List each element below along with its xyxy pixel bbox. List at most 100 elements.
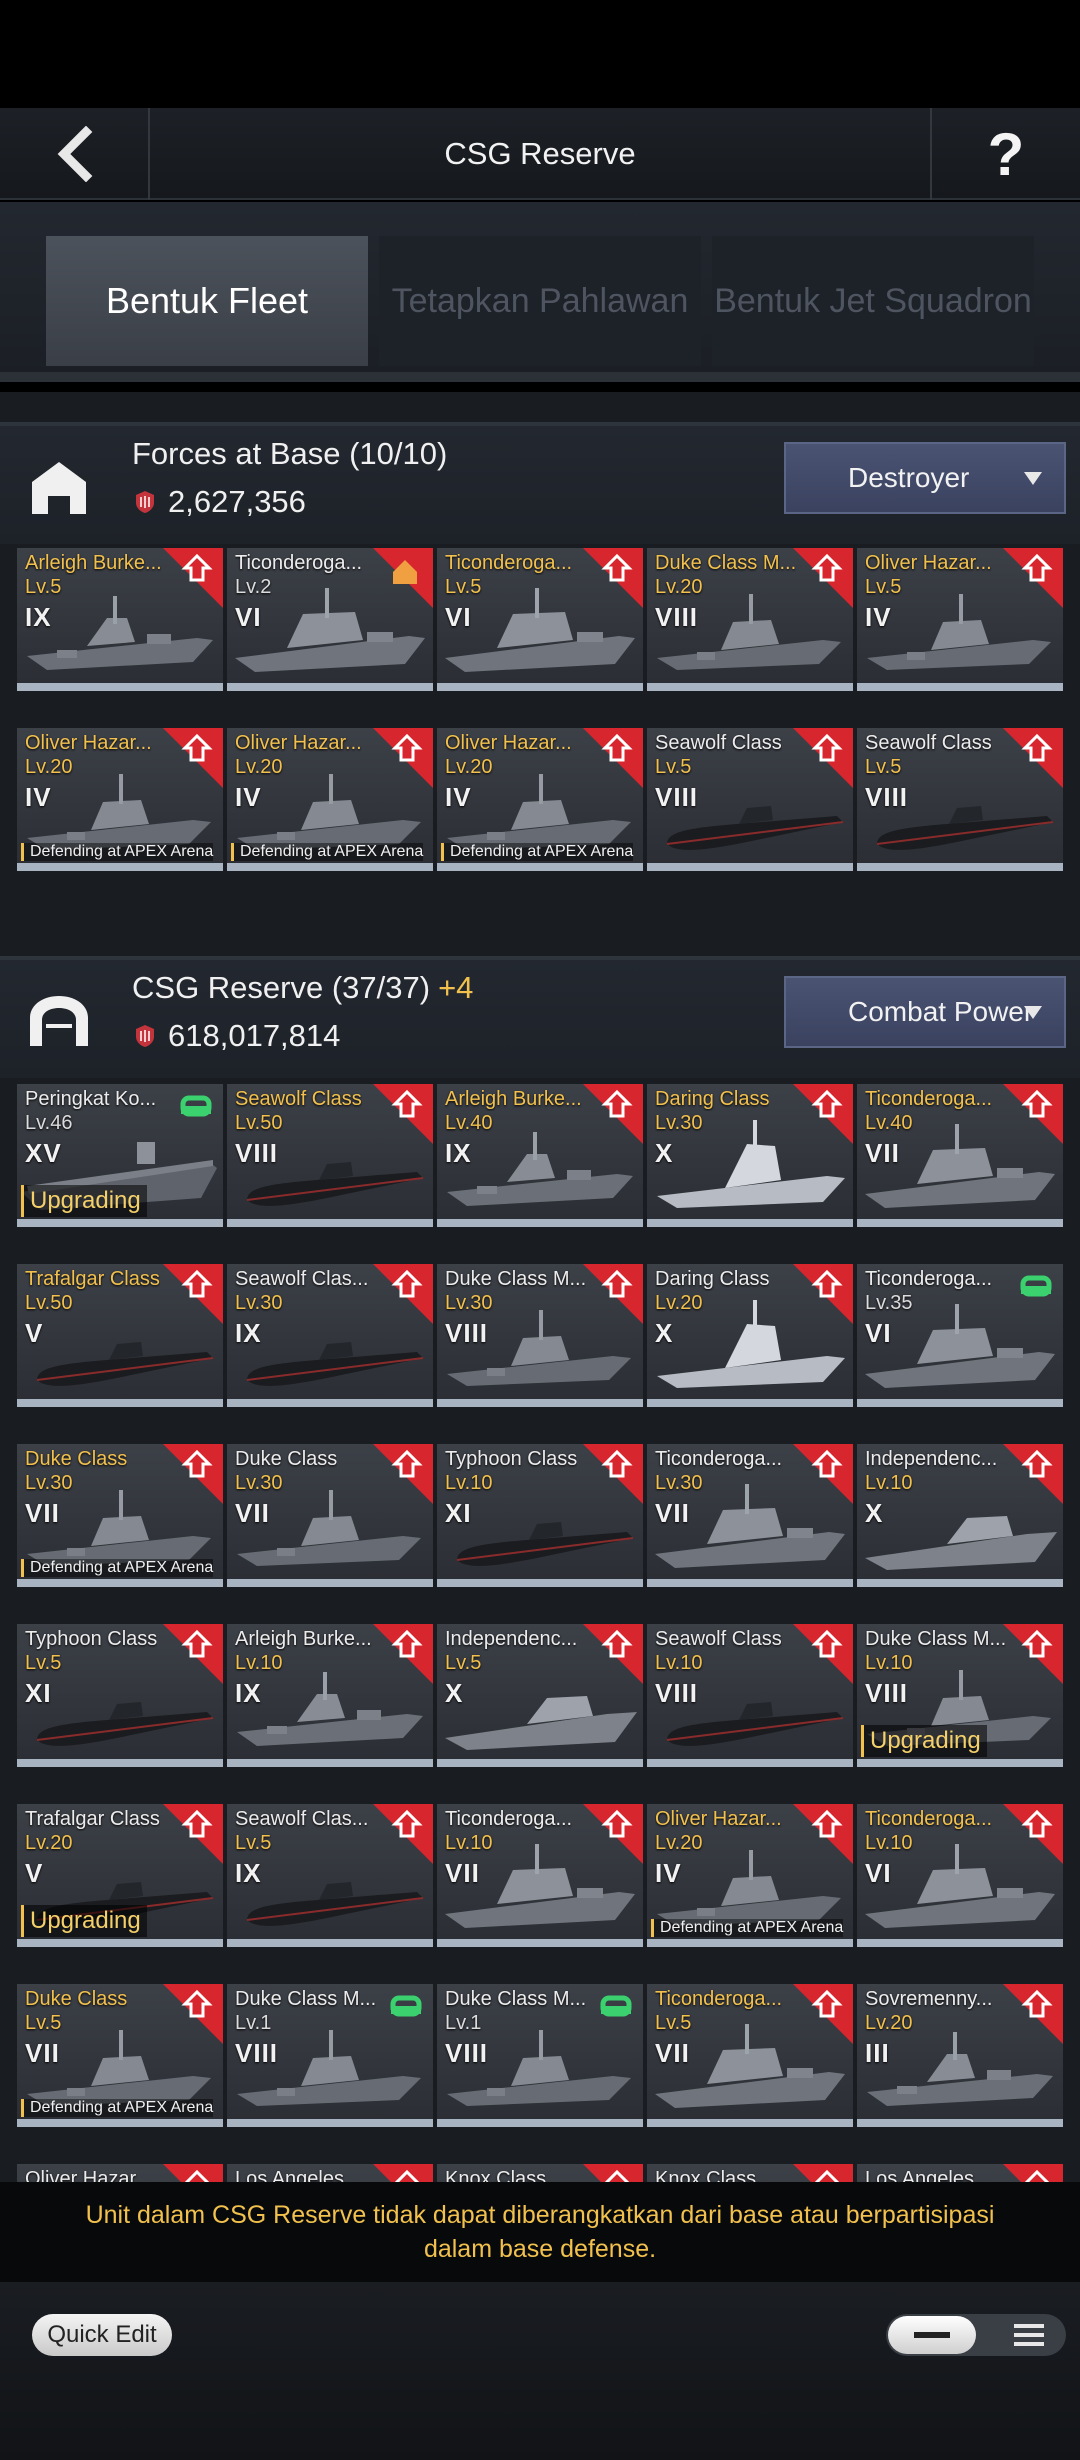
- ship-level: Lv.10: [865, 1832, 913, 1854]
- ship-card[interactable]: Daring Class Lv.30 X: [647, 1084, 853, 1227]
- dropdown-arrow-icon: [1024, 472, 1042, 485]
- ship-card[interactable]: Oliver Hazar... Lv.20 IV Defending at APEX …: [647, 1804, 853, 1947]
- ship-card[interactable]: Trafalgar Class Lv.20 V Upgrading: [17, 1804, 223, 1947]
- card-underbar: [17, 1579, 223, 1587]
- ship-level: Lv.1: [445, 2012, 482, 2034]
- ship-card[interactable]: Los Angeles...: [857, 2164, 1063, 2182]
- view-toggle-large-option[interactable]: [888, 2316, 976, 2354]
- ship-level: Lv.30: [235, 1292, 283, 1314]
- ship-level: Lv.5: [25, 1652, 62, 1674]
- ship-card[interactable]: Typhoon Class Lv.5 XI: [17, 1624, 223, 1767]
- ship-card[interactable]: Ticonderoga... Lv.5 VI: [437, 548, 643, 691]
- ship-name: Seawolf Clas...: [235, 1808, 369, 1830]
- base-house-icon: [32, 462, 86, 514]
- ship-tier: IV: [25, 782, 52, 812]
- ship-card[interactable]: Ticonderoga... Lv.10 VII: [437, 1804, 643, 1947]
- ship-card[interactable]: Ticonderoga... Lv.2 VI: [227, 548, 433, 691]
- ship-card[interactable]: Arleigh Burke... Lv.5 IX: [17, 548, 223, 691]
- upgrade-arrow-icon: [579, 548, 643, 612]
- card-underbar: [437, 2119, 643, 2127]
- upgrade-arrow-icon: [579, 1624, 643, 1688]
- ship-tier: VII: [235, 1498, 270, 1528]
- ship-card[interactable]: Seawolf Class Lv.5 VIII: [857, 728, 1063, 871]
- ship-card[interactable]: Seawolf Class Lv.50 VIII: [227, 1084, 433, 1227]
- reserve-power-value: 618,017,814: [168, 1018, 341, 1053]
- ship-name: Oliver Hazar...: [235, 732, 362, 754]
- ship-name: Duke Class: [235, 1448, 338, 1470]
- ship-name: Ticonderoga...: [655, 1988, 783, 2010]
- ship-card[interactable]: Ticonderoga... Lv.30 VII: [647, 1444, 853, 1587]
- card-underbar: [857, 2119, 1063, 2127]
- ship-card[interactable]: Los Angeles...: [227, 2164, 433, 2182]
- ship-card[interactable]: Duke Class Lv.5 VII Defending at APEX Arena: [17, 1984, 223, 2127]
- card-underbar: [857, 863, 1063, 871]
- ship-card[interactable]: Typhoon Class Lv.10 XI: [437, 1444, 643, 1587]
- reserve-sort-dropdown[interactable]: Combat Power: [784, 976, 1066, 1048]
- ship-card[interactable]: Seawolf Class Lv.10 VIII: [647, 1624, 853, 1767]
- ship-card[interactable]: Trafalgar Class Lv.50 V: [17, 1264, 223, 1407]
- ship-name: Ticonderoga...: [865, 1808, 993, 1830]
- ship-name: Arleigh Burke...: [25, 552, 162, 574]
- page-title: CSG Reserve: [444, 136, 636, 171]
- ship-card[interactable]: Ticonderoga... Lv.10 VI: [857, 1804, 1063, 1947]
- back-button[interactable]: [0, 108, 150, 200]
- ship-level: Lv.20: [655, 576, 703, 598]
- ship-card[interactable]: Arleigh Burke... Lv.40 IX: [437, 1084, 643, 1227]
- ship-card[interactable]: Knox Class: [647, 2164, 853, 2182]
- help-button[interactable]: ?: [930, 108, 1080, 200]
- ship-card[interactable]: Knox Class: [437, 2164, 643, 2182]
- ship-card[interactable]: Seawolf Class Lv.5 VIII: [647, 728, 853, 871]
- ship-card[interactable]: Ticonderoga... Lv.35 VI: [857, 1264, 1063, 1407]
- ship-name: Ticonderoga...: [235, 552, 363, 574]
- base-sort-dropdown[interactable]: Destroyer: [784, 442, 1066, 514]
- upgrade-arrow-icon: [789, 1084, 853, 1148]
- quick-edit-button[interactable]: Quick Edit: [32, 2314, 172, 2356]
- ship-tier: IX: [235, 1318, 262, 1348]
- ship-name: Seawolf Class: [235, 1088, 362, 1110]
- tab-bentuk-jet-squadron[interactable]: Bentuk Jet Squadron: [712, 236, 1034, 366]
- ship-level: Lv.5: [865, 576, 902, 598]
- ship-card[interactable]: Daring Class Lv.20 X: [647, 1264, 853, 1407]
- ship-card[interactable]: Ticonderoga... Lv.5 VII: [647, 1984, 853, 2127]
- upgrade-arrow-icon: [159, 1264, 223, 1328]
- ship-tier: VII: [865, 1138, 900, 1168]
- ship-card[interactable]: Oliver Hazar... Lv.20 IV Defending at APEX …: [17, 728, 223, 871]
- ship-card[interactable]: Duke Class Lv.30 VII Defending at APEX Aren…: [17, 1444, 223, 1587]
- ship-card[interactable]: Duke Class M... Lv.10 VIII Upgrading: [857, 1624, 1063, 1767]
- ship-card[interactable]: Seawolf Clas... Lv.30 IX: [227, 1264, 433, 1407]
- ship-card[interactable]: Sovremenny... Lv.20 III: [857, 1984, 1063, 2127]
- tab-tetapkan-pahlawan[interactable]: Tetapkan Pahlawan: [379, 236, 701, 366]
- bottom-bar: Quick Edit: [0, 2282, 1080, 2460]
- ship-card[interactable]: Duke Class Lv.30 VII: [227, 1444, 433, 1587]
- ship-name: Duke Class: [25, 1448, 128, 1470]
- ship-card[interactable]: Oliver Hazar... Lv.20 IV Defending at APEX …: [437, 728, 643, 871]
- ship-name: Seawolf Class: [655, 1628, 782, 1650]
- view-toggle[interactable]: [886, 2314, 1066, 2356]
- ship-card[interactable]: Ticonderoga... Lv.40 VII: [857, 1084, 1063, 1227]
- ship-card[interactable]: Independenc... Lv.5 X: [437, 1624, 643, 1767]
- ship-card[interactable]: Oliver Hazar...: [17, 2164, 223, 2182]
- upgrade-arrow-icon: [579, 2164, 643, 2182]
- ship-card[interactable]: Duke Class M... Lv.1 VIII: [227, 1984, 433, 2127]
- ship-card[interactable]: Arleigh Burke... Lv.10 IX: [227, 1624, 433, 1767]
- ship-card[interactable]: Independenc... Lv.10 X: [857, 1444, 1063, 1587]
- ship-card[interactable]: Oliver Hazar... Lv.20 IV Defending at APEX …: [227, 728, 433, 871]
- list-view-icon[interactable]: [1014, 2323, 1044, 2347]
- ship-level: Lv.20: [25, 1832, 73, 1854]
- reserve-sort-label: Combat Power: [848, 996, 1034, 1027]
- ship-name: Ticonderoga...: [445, 552, 573, 574]
- ship-name: Trafalgar Class: [25, 1808, 160, 1830]
- ship-card[interactable]: Peringkat Ko... Lv.46 XV Upgrading: [17, 1084, 223, 1227]
- ship-card[interactable]: Duke Class M... Lv.20 VIII: [647, 548, 853, 691]
- fleet-content[interactable]: Forces at Base (10/10) 2,627,356 Destroy…: [0, 392, 1080, 2182]
- card-underbar: [437, 1759, 643, 1767]
- upgrade-arrow-icon: [159, 728, 223, 792]
- ship-card[interactable]: Oliver Hazar... Lv.5 IV: [857, 548, 1063, 691]
- base-sort-label: Destroyer: [848, 462, 970, 493]
- ship-card[interactable]: Duke Class M... Lv.1 VIII: [437, 1984, 643, 2127]
- ship-card[interactable]: Duke Class M... Lv.30 VIII: [437, 1264, 643, 1407]
- ship-level: Lv.50: [235, 1112, 283, 1134]
- tab-bentuk-fleet[interactable]: Bentuk Fleet: [46, 236, 368, 366]
- ship-card[interactable]: Seawolf Clas... Lv.5 IX: [227, 1804, 433, 1947]
- top-bar: CSG Reserve ?: [0, 108, 1080, 200]
